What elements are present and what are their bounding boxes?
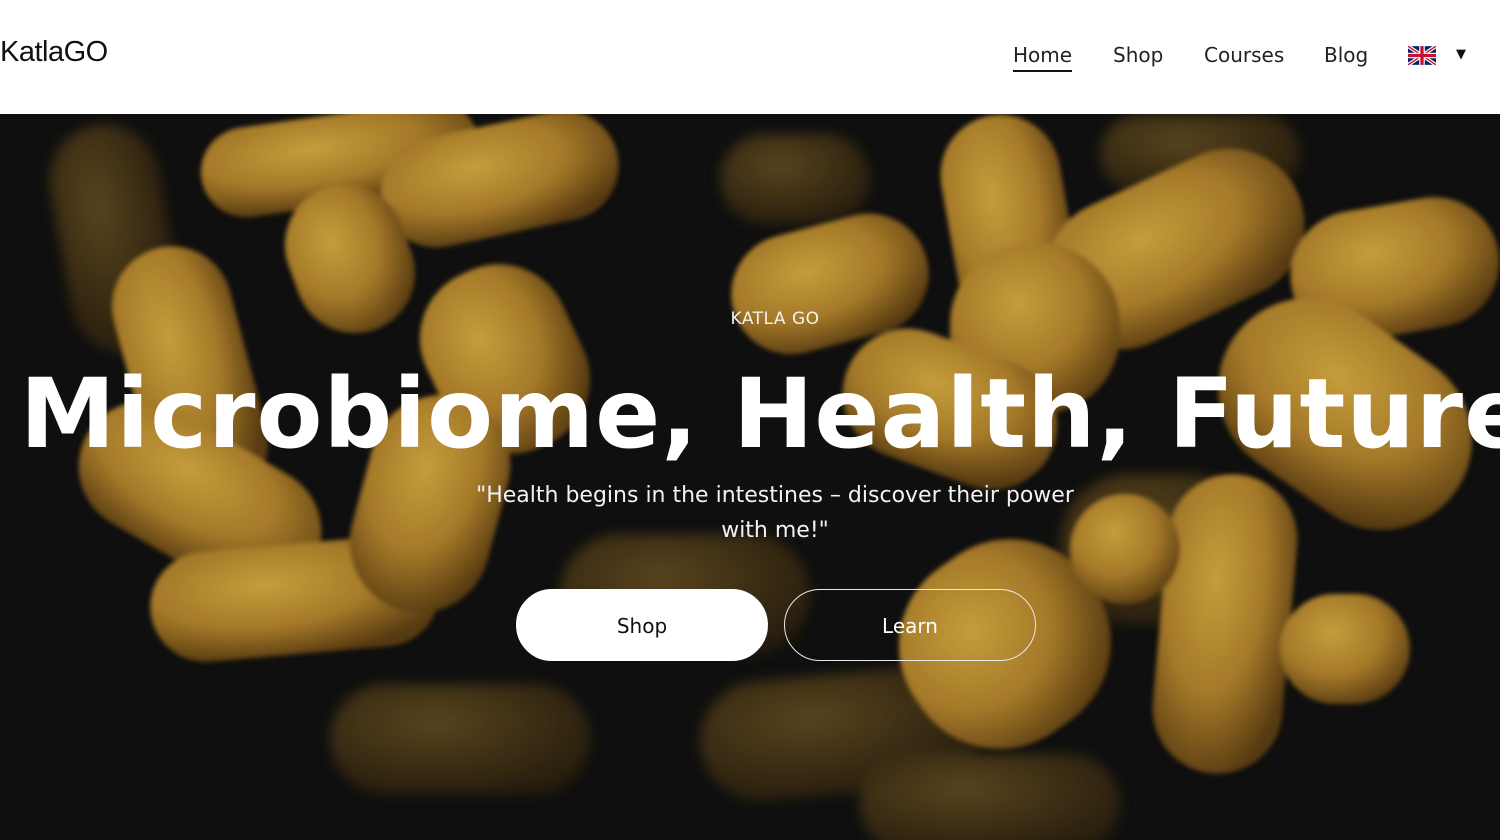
nav-home-link[interactable]: Home <box>1013 40 1073 72</box>
nav-shop-link[interactable]: Shop <box>1113 40 1163 70</box>
nav-blog-link[interactable]: Blog <box>1324 40 1368 70</box>
nav-courses-link[interactable]: Courses <box>1204 40 1284 70</box>
site-header: KatlaGO Home Shop Courses Blog ▼ <box>0 0 1500 114</box>
hero-section: KATLA GO Microbiome, Health, Future "Hea… <box>0 114 1500 840</box>
hero-quote: "Health begins in the intestines – disco… <box>476 483 1074 543</box>
shop-button[interactable]: Shop <box>516 589 768 661</box>
hero-eyebrow: KATLA GO <box>730 309 820 329</box>
hero-overlay <box>0 114 1500 840</box>
caret-down-icon[interactable]: ▼ <box>1456 46 1466 64</box>
language-selector[interactable]: ▼ <box>1408 46 1470 66</box>
uk-flag-icon <box>1408 46 1436 65</box>
main-nav: Home Shop Courses Blog <box>0 40 1500 74</box>
learn-button[interactable]: Learn <box>784 589 1036 661</box>
hero-title: Microbiome, Health, Future <box>19 358 1500 470</box>
